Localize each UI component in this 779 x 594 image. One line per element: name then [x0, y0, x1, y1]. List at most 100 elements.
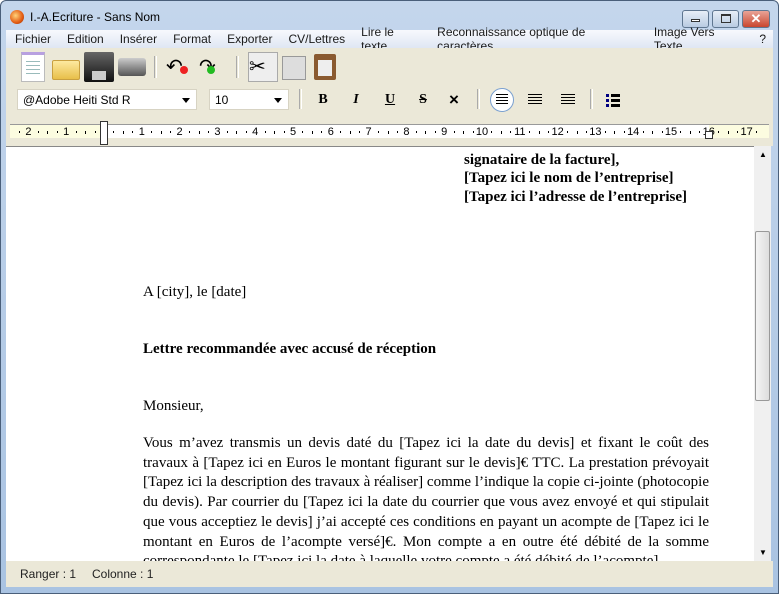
ruler-tick [94, 131, 96, 133]
ruler-tick [340, 131, 342, 133]
ruler-label: 13 [589, 126, 602, 138]
save-icon[interactable] [84, 52, 114, 82]
ruler-tick [378, 131, 380, 133]
ruler-tick [453, 131, 455, 133]
ruler-tick [274, 131, 276, 134]
ruler-tick [500, 131, 502, 134]
document-area[interactable]: signataire de la facture], [Tapez ici le… [6, 146, 754, 561]
ruler-tick [737, 131, 739, 133]
scroll-down-icon[interactable]: ▼ [759, 548, 767, 557]
ruler-label: 1 [63, 126, 70, 138]
ruler-scale[interactable]: 211234567891011121314151617 [10, 124, 769, 138]
separator [477, 89, 480, 109]
ruler-tick [623, 131, 625, 133]
redo-icon[interactable]: ↷ [199, 52, 229, 82]
bullet-list-button[interactable] [603, 90, 623, 110]
ruler-tick [718, 131, 720, 133]
scrollbar-thumb[interactable] [755, 231, 770, 401]
ruler-tick [661, 131, 663, 133]
menu-cv-lettres[interactable]: CV/Lettres [279, 32, 352, 46]
italic-button[interactable]: I [346, 90, 366, 110]
right-margin-marker[interactable] [705, 131, 713, 139]
ruler-label: 4 [252, 126, 259, 138]
separator [590, 89, 593, 109]
ruler-tick [689, 131, 691, 134]
ruler-tick [311, 131, 313, 134]
ruler-label: 2 [176, 126, 183, 138]
place-date: A [city], le [date] [143, 284, 247, 300]
ruler-tick [727, 131, 729, 134]
app-logo-icon [10, 10, 24, 24]
menu-exporter[interactable]: Exporter [218, 32, 279, 46]
align-center-button[interactable] [525, 90, 545, 110]
open-folder-icon[interactable] [52, 52, 82, 82]
toolbar: ↶ ↷ ✂ @Adobe Heiti Std R 10 B I U S × [6, 48, 773, 121]
address-line: [Tapez ici l’adresse de l’entreprise] [464, 189, 688, 205]
ruler-tick [699, 131, 701, 133]
menu-inserer[interactable]: Insérer [111, 32, 164, 46]
align-right-button[interactable] [558, 90, 578, 110]
ruler-tick [170, 131, 172, 133]
underline-button[interactable]: U [380, 90, 400, 110]
ruler-tick [415, 131, 417, 133]
ruler-tick [576, 131, 578, 134]
clear-format-button[interactable]: × [444, 90, 464, 110]
font-size-select[interactable]: 10 [209, 89, 289, 110]
menu-fichier[interactable]: Fichier [6, 32, 58, 46]
align-left-button[interactable] [490, 88, 514, 112]
ruler-tick [652, 131, 654, 134]
ruler-tick [756, 131, 758, 133]
menu-help[interactable]: ? [750, 32, 773, 46]
ruler-tick [604, 131, 606, 133]
ruler-tick [264, 131, 266, 133]
scroll-up-icon[interactable]: ▲ [759, 150, 767, 159]
column-indicator: Colonne : 1 [92, 567, 154, 581]
ruler-tick [548, 131, 550, 133]
font-family-value: @Adobe Heiti Std R [23, 93, 131, 107]
menu-format[interactable]: Format [164, 32, 218, 46]
ruler-label: 5 [289, 126, 297, 138]
ruler-tick [463, 131, 465, 134]
bold-button[interactable]: B [313, 90, 333, 110]
ruler-tick [567, 131, 569, 133]
ruler-tick [151, 131, 153, 133]
copy-icon[interactable] [282, 56, 306, 80]
ruler-tick [425, 131, 427, 134]
ruler-tick [302, 131, 304, 133]
ruler-tick [349, 131, 351, 134]
vertical-scrollbar[interactable]: ▲ ▼ [754, 146, 771, 561]
paste-icon[interactable] [314, 54, 336, 80]
ruler-tick [680, 131, 682, 133]
ruler-label: 15 [664, 126, 678, 138]
window-title: I.-A.Ecriture - Sans Nom [30, 10, 161, 24]
separator [299, 89, 302, 109]
ruler-tick [472, 131, 474, 133]
indent-marker[interactable] [100, 121, 108, 145]
ruler-tick [642, 131, 644, 133]
ruler-label: 14 [627, 126, 640, 138]
ruler-tick [198, 131, 200, 134]
ruler-label: 3 [214, 126, 221, 138]
strikethrough-button[interactable]: S [413, 90, 433, 110]
body-paragraph: Vous m’avez transmis un devis daté du [T… [143, 435, 709, 561]
ruler-tick [18, 131, 20, 133]
separator [154, 56, 157, 78]
new-document-icon[interactable] [18, 52, 48, 82]
ruler-label: 6 [327, 126, 334, 138]
ruler-tick [359, 131, 361, 133]
menu-edition[interactable]: Edition [58, 32, 111, 46]
app-window: I.-A.Ecriture - Sans Nom ✕ Fichier Editi… [0, 0, 779, 594]
font-family-select[interactable]: @Adobe Heiti Std R [17, 89, 197, 110]
ruler-tick [585, 131, 587, 133]
cut-icon[interactable]: ✂ [248, 52, 278, 82]
row-indicator: Ranger : 1 [20, 567, 77, 581]
ruler-label: 2 [25, 126, 32, 138]
print-icon[interactable] [118, 52, 148, 82]
ruler-tick [614, 131, 616, 134]
ruler[interactable]: 211234567891011121314151617 [6, 121, 773, 146]
undo-icon[interactable]: ↶ [166, 52, 196, 82]
ruler-tick [132, 131, 134, 133]
ruler-tick [85, 131, 87, 134]
ruler-tick [491, 131, 493, 133]
ruler-label: 9 [441, 126, 448, 138]
